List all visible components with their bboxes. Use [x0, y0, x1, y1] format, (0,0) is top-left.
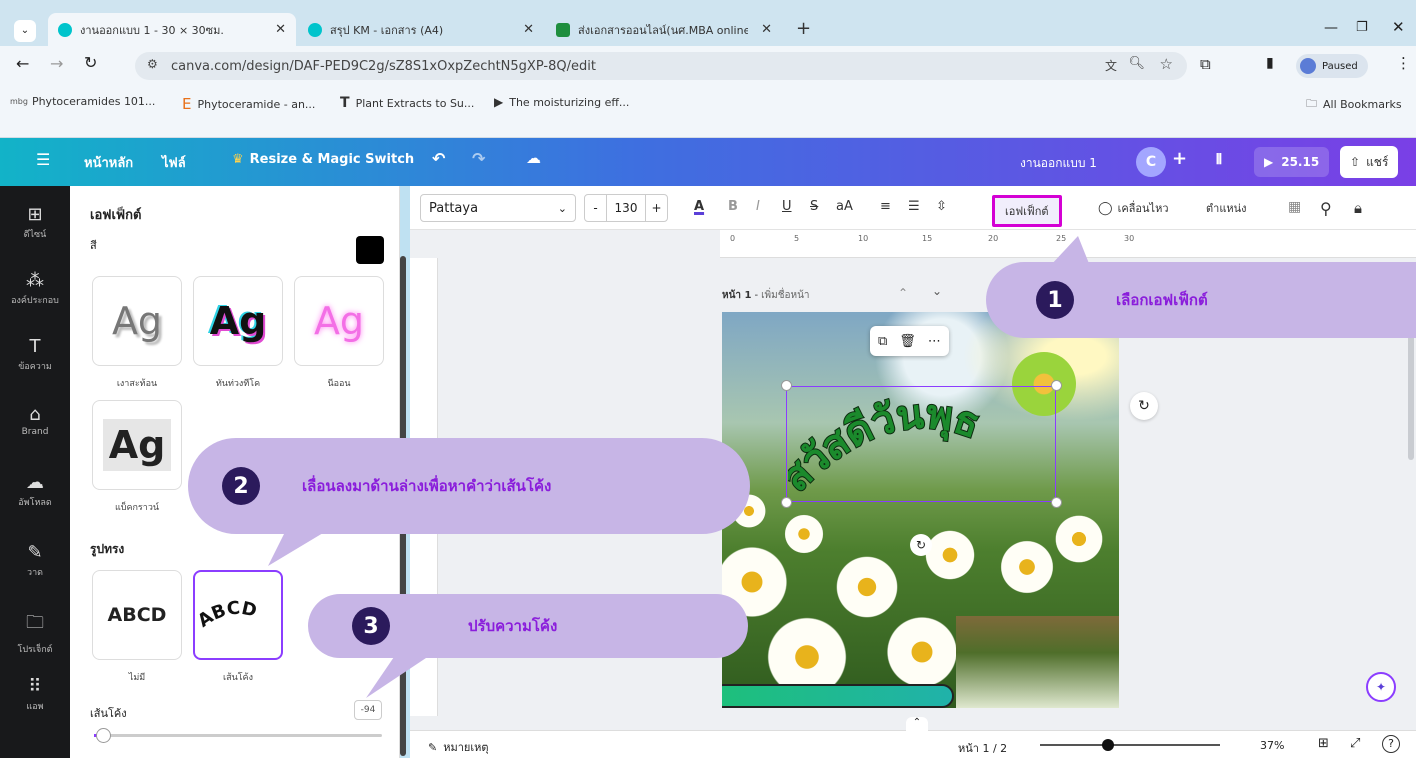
- callout-1: 1 เลือกเอฟเฟ็กต์: [986, 262, 1416, 338]
- callout-2: 2 เลื่อนลงมาด้านล่างเพื่อหาคำว่าเส้นโค้ง: [188, 438, 750, 534]
- callout-2-pointer: [268, 530, 328, 566]
- callout-2-number: 2: [222, 467, 260, 505]
- callout-3-text: ปรับความโค้ง: [468, 617, 558, 635]
- callout-3-number: 3: [352, 607, 390, 645]
- callout-2-text: เลื่อนลงมาด้านล่างเพื่อหาคำว่าเส้นโค้ง: [302, 477, 552, 495]
- callout-3: 3 ปรับความโค้ง: [308, 594, 748, 658]
- callout-3-pointer: [366, 654, 432, 698]
- callout-1-number: 1: [1036, 281, 1074, 319]
- callout-1-text: เลือกเอฟเฟ็กต์: [1116, 291, 1208, 309]
